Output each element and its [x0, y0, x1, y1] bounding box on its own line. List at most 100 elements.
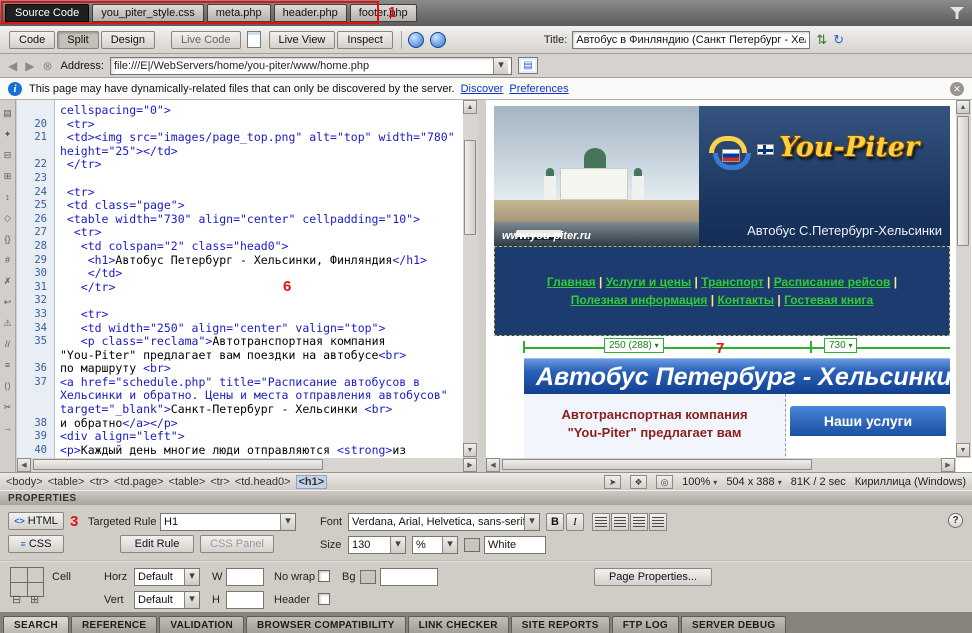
code-line[interactable]: </tr> — [60, 281, 462, 295]
code-line[interactable]: </td> — [60, 267, 462, 281]
collapse-full-tag-icon[interactable]: ⊟ — [0, 146, 16, 167]
code-line[interactable]: <td class="page"> — [60, 199, 462, 213]
code-line[interactable]: "You-Piter" предлагает вам поездки на ав… — [60, 349, 462, 363]
scroll-left-icon[interactable]: ◀ — [486, 458, 500, 472]
code-line[interactable] — [60, 294, 462, 308]
panel-tab-validation[interactable]: VALIDATION — [159, 616, 244, 633]
code-line[interactable]: target="_blank">Санкт-Петербург - Хельси… — [60, 403, 462, 417]
code-horizontal-scrollbar[interactable]: ◀ ▶ — [17, 458, 478, 472]
tag-selector-item[interactable]: <table> — [48, 476, 85, 488]
vert-select[interactable]: Default ▾ — [134, 591, 200, 609]
tag-selector-item[interactable]: <tr> — [89, 476, 109, 488]
scroll-down-icon[interactable]: ▼ — [956, 443, 970, 457]
code-line[interactable]: <tr> — [60, 118, 462, 132]
tag-selector-item[interactable]: <table> — [169, 476, 206, 488]
column-width-menu[interactable]: 250 (288) ▾ — [604, 338, 664, 353]
scrollbar-thumb[interactable] — [502, 459, 812, 470]
nav-link[interactable]: Услуги и цены — [606, 275, 692, 289]
title-input[interactable]: Автобус в Финляндию (Санкт Петербург - Х… — [572, 31, 810, 49]
scroll-down-icon[interactable]: ▼ — [463, 443, 477, 457]
code-line[interactable]: <tr> — [60, 308, 462, 322]
text-color-input[interactable]: White — [484, 536, 546, 554]
live-code-button[interactable]: Live Code — [171, 31, 241, 49]
remove-comment-icon[interactable]: ≡ — [0, 356, 16, 377]
zoom-level[interactable]: 100% ▾ — [682, 476, 717, 488]
scroll-up-icon[interactable]: ▲ — [463, 100, 477, 114]
address-input[interactable]: file:///E|/WebServers/home/you-piter/www… — [110, 57, 512, 75]
hand-tool-icon[interactable]: ❖ — [630, 475, 647, 489]
page-heading[interactable]: Автобус Петербург - Хельсинки — [524, 358, 950, 394]
code-line[interactable]: <tr> — [60, 186, 462, 200]
code-line[interactable]: cellspacing="0"> — [60, 104, 462, 118]
table-width-bar[interactable]: 250 (288) ▾ 730 ▾ 7 — [494, 336, 950, 358]
show-code-navigator-icon[interactable]: ✦ — [0, 125, 16, 146]
design-horizontal-scrollbar[interactable]: ◀ ▶ — [486, 458, 956, 472]
code-line[interactable]: <td width="250" align="center" valign="t… — [60, 322, 462, 336]
properties-panel-header[interactable]: PROPERTIES — [0, 490, 972, 505]
code-line[interactable]: </tr> — [60, 158, 462, 172]
cell-height-input[interactable] — [226, 591, 264, 609]
design-view[interactable]: www.you-piter.ru You-Piter Автобус С.Пет… — [486, 100, 972, 472]
window-size[interactable]: 504 x 388 ▾ — [726, 476, 781, 488]
align-center-button[interactable] — [611, 513, 629, 531]
align-right-button[interactable] — [630, 513, 648, 531]
align-left-button[interactable] — [592, 513, 610, 531]
panel-tab-search[interactable]: SEARCH — [3, 616, 69, 633]
split-view-button[interactable]: Split — [57, 31, 98, 49]
file-management-icon[interactable]: ⇅ — [816, 32, 827, 48]
file-tab[interactable]: header.php — [274, 4, 347, 22]
code-vertical-scrollbar[interactable]: ▲ ▼ — [463, 100, 478, 458]
design-vertical-scrollbar[interactable]: ▲ ▼ — [956, 100, 971, 458]
code-line[interactable]: <p class="reclama">Автотранспортная комп… — [60, 335, 462, 349]
html-mode-button[interactable]: <>HTML — [8, 512, 64, 530]
recent-snippets-icon[interactable]: ✂ — [0, 398, 16, 419]
code-line[interactable]: <table width="730" align="center" cellpa… — [60, 213, 462, 227]
code-line[interactable]: <a href="schedule.php" title="Расписание… — [60, 376, 462, 390]
panel-tab-site-reports[interactable]: SITE REPORTS — [511, 616, 610, 633]
edit-rule-button[interactable]: Edit Rule — [120, 535, 194, 553]
inspect-button[interactable]: Inspect — [337, 31, 392, 49]
bg-color-well[interactable] — [360, 570, 376, 584]
bg-color-input[interactable] — [380, 568, 438, 586]
nav-link[interactable]: Гостевая книга — [784, 293, 873, 307]
collapse-selection-icon[interactable]: ⊞ — [0, 167, 16, 188]
promo-cell[interactable]: Автотранспортная компания "You-Piter" пр… — [524, 394, 786, 466]
panel-tab-browser-compatibility[interactable]: BROWSER COMPATIBILITY — [246, 616, 406, 633]
bold-button[interactable]: B — [546, 513, 564, 531]
size-unit-select[interactable]: % ▾ — [412, 536, 458, 554]
nav-link[interactable]: Полезная информация — [571, 293, 708, 307]
apply-comment-icon[interactable]: // — [0, 335, 16, 356]
code-line[interactable]: height="25"></td> — [60, 145, 462, 159]
close-icon[interactable]: ✕ — [950, 82, 964, 96]
code-line[interactable]: <td><img src="images/page_top.png" alt="… — [60, 131, 462, 145]
code-line[interactable]: <h1>Автобус Петербург - Хельсинки, Финля… — [60, 254, 462, 268]
panel-tab-link-checker[interactable]: LINK CHECKER — [408, 616, 509, 633]
design-view-button[interactable]: Design — [101, 31, 155, 49]
split-cell-icon[interactable]: ⊞ — [30, 593, 39, 606]
align-justify-button[interactable] — [649, 513, 667, 531]
code-line[interactable]: Хельсинки и обратно. Цены и места отправ… — [60, 389, 462, 403]
live-view-button[interactable]: Live View — [269, 31, 336, 49]
nav-link[interactable]: Расписание рейсов — [774, 275, 891, 289]
discover-link[interactable]: Discover — [461, 83, 504, 95]
services-cell[interactable]: Наши услуги — [786, 394, 950, 466]
highlight-invalid-code-icon[interactable]: ✗ — [0, 272, 16, 293]
zoom-tool-icon[interactable]: ◎ — [656, 475, 673, 489]
italic-button[interactable]: I — [566, 513, 584, 531]
expand-all-icon[interactable]: ↕ — [0, 188, 16, 209]
horz-select[interactable]: Default ▾ — [134, 568, 200, 586]
scroll-right-icon[interactable]: ▶ — [463, 458, 477, 472]
css-panel-button[interactable]: CSS Panel — [200, 535, 274, 553]
forward-icon[interactable]: ▶ — [25, 59, 34, 73]
line-numbers-icon[interactable]: # — [0, 251, 16, 272]
nav-link[interactable]: Контакты — [717, 293, 774, 307]
scroll-right-icon[interactable]: ▶ — [941, 458, 955, 472]
pane-splitter[interactable] — [478, 100, 486, 472]
tab-source-code[interactable]: Source Code — [5, 4, 89, 22]
code-line[interactable]: по маршруту <br> — [60, 362, 462, 376]
panel-tab-reference[interactable]: REFERENCE — [71, 616, 157, 633]
code-line[interactable]: <tr> — [60, 226, 462, 240]
balance-braces-icon[interactable]: {} — [0, 230, 16, 251]
check-browser-compatibility-icon[interactable] — [408, 32, 424, 48]
file-tab[interactable]: meta.php — [207, 4, 271, 22]
